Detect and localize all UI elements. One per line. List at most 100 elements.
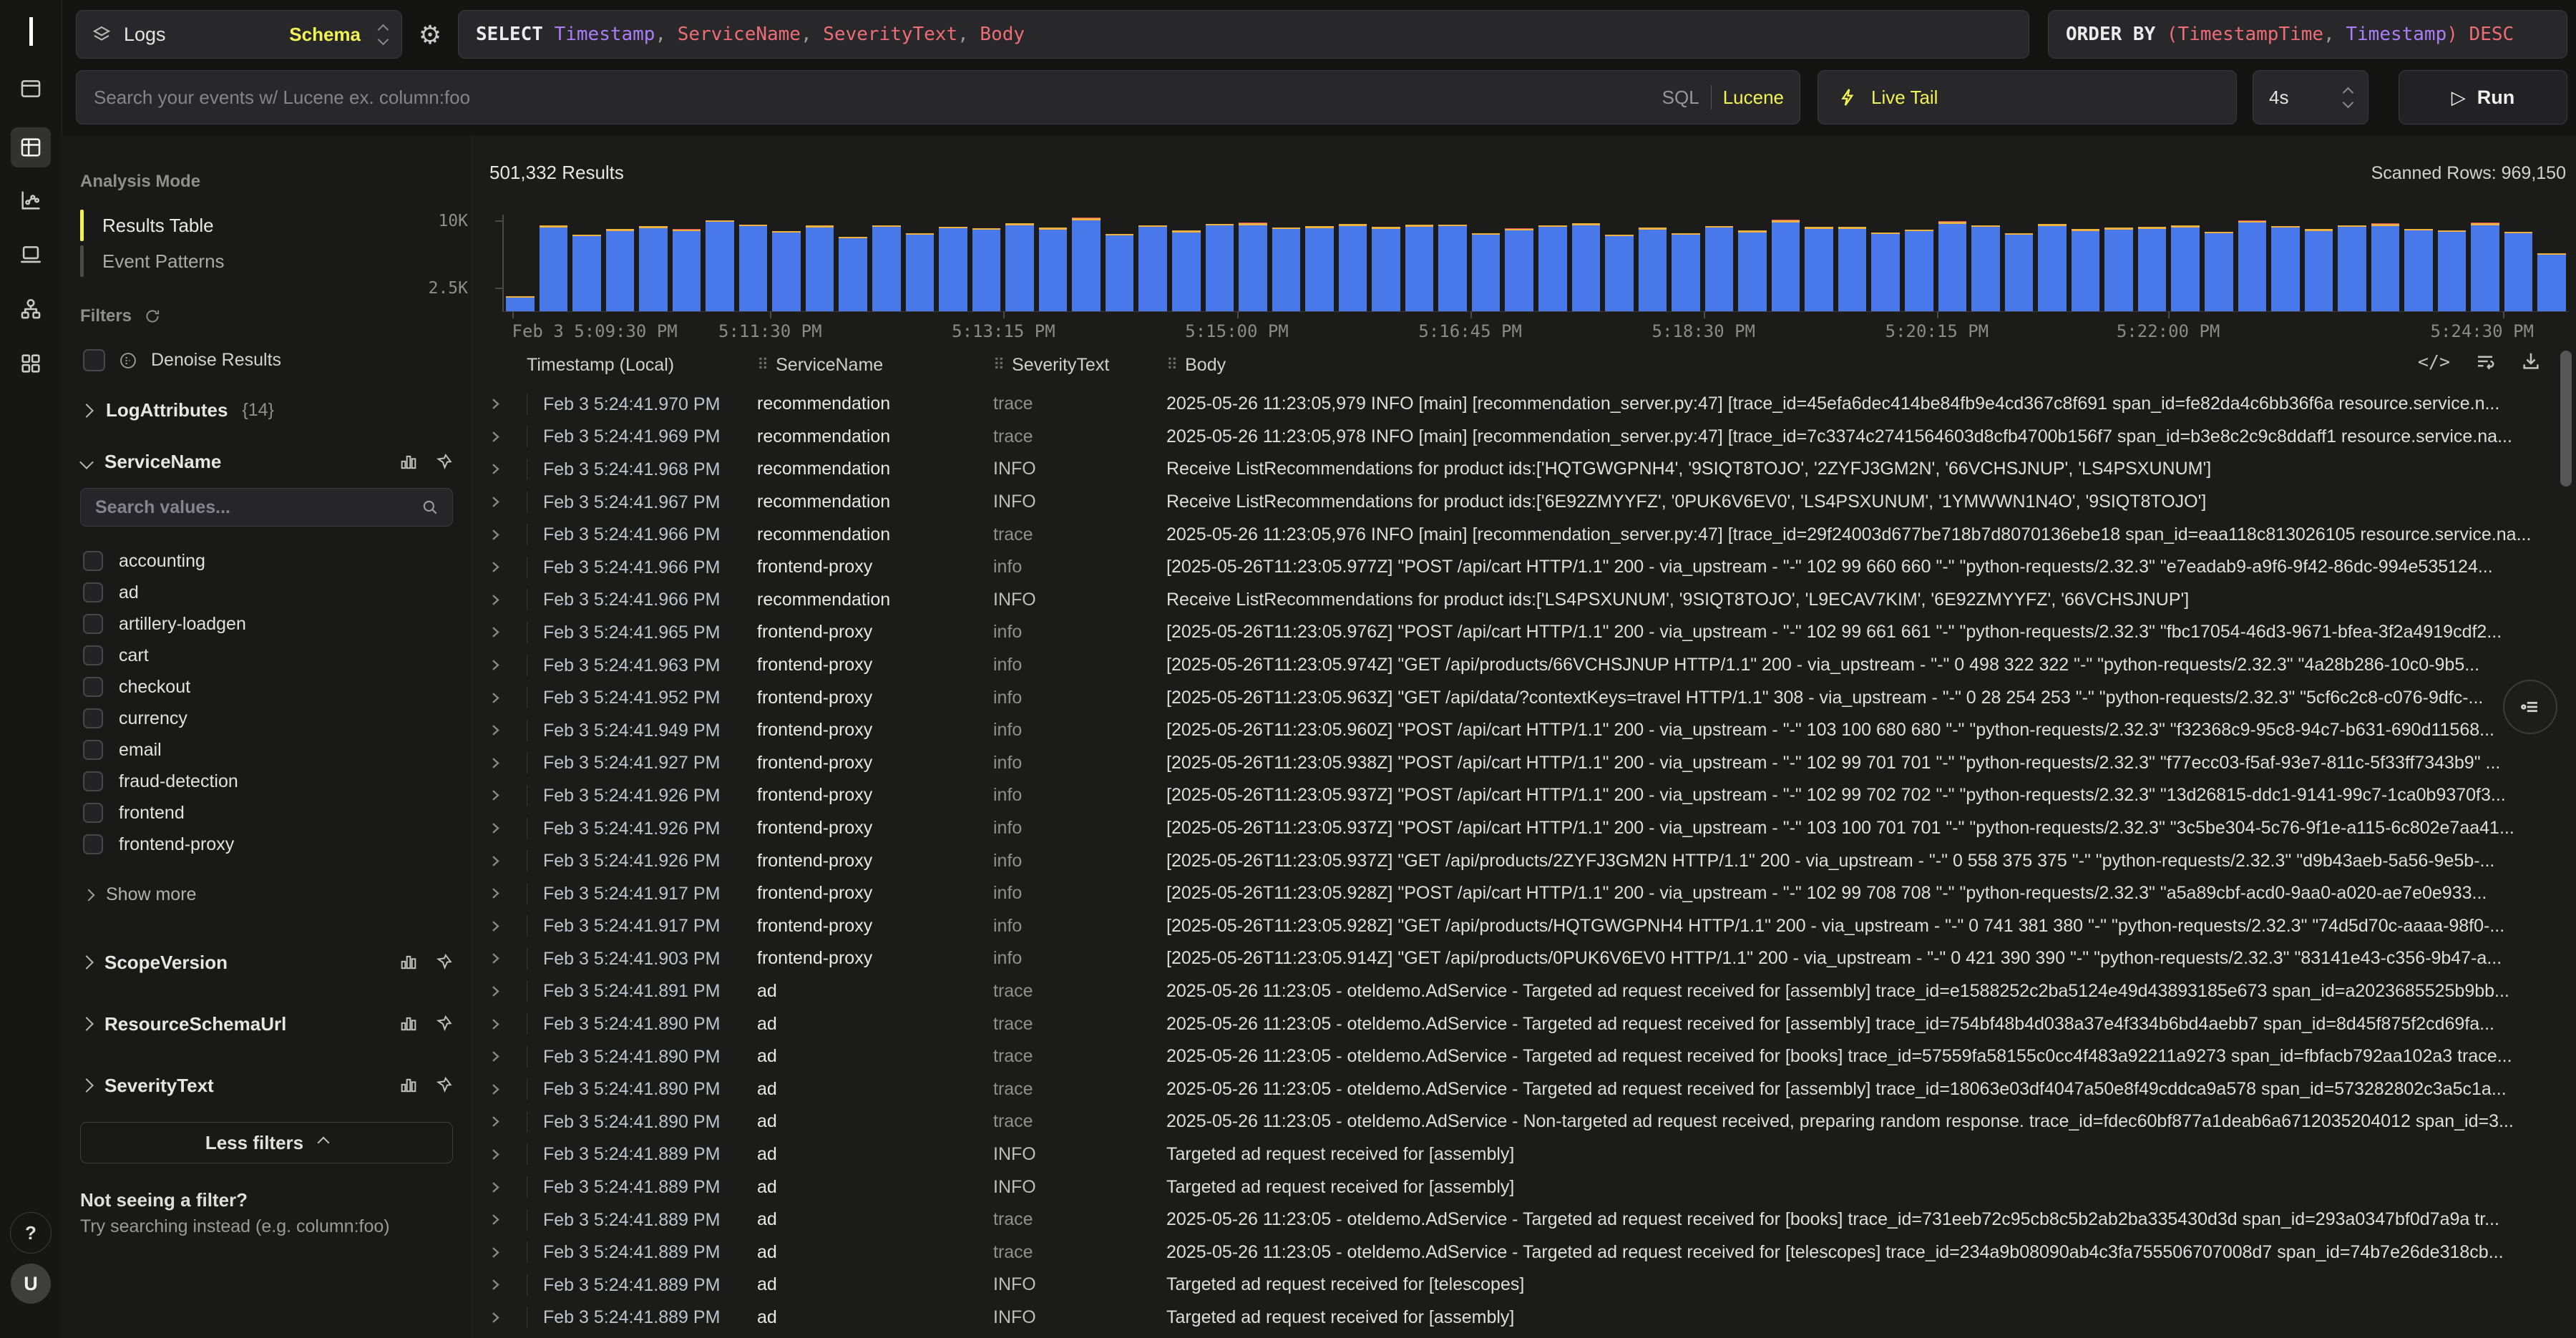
table-row[interactable]: Feb 3 5:24:41.917 PMfrontend-proxyinfo[2…: [472, 910, 2576, 943]
histogram-bar[interactable]: [2438, 230, 2467, 311]
select-clause-editor[interactable]: SELECT Timestamp, ServiceName, SeverityT…: [458, 10, 2029, 59]
code-view-icon[interactable]: </>: [2418, 351, 2450, 372]
help-button[interactable]: ?: [10, 1212, 52, 1254]
refresh-icon[interactable]: [143, 307, 162, 326]
histogram-bar[interactable]: [2404, 229, 2433, 311]
expand-row-chevron-icon[interactable]: [489, 855, 527, 867]
histogram-bar[interactable]: [2504, 232, 2533, 311]
expand-row-chevron-icon[interactable]: [489, 561, 527, 573]
histogram-bar[interactable]: [1505, 228, 1533, 311]
histogram-bar[interactable]: [906, 233, 935, 311]
histogram-bar[interactable]: [1772, 220, 1800, 311]
bar-chart-icon[interactable]: [399, 952, 419, 972]
expand-row-chevron-icon[interactable]: [489, 1115, 527, 1128]
histogram-bar[interactable]: [506, 296, 535, 311]
checkbox[interactable]: [83, 740, 103, 760]
histogram-bar[interactable]: [2171, 225, 2200, 311]
traces-flow-icon[interactable]: [11, 289, 51, 329]
expand-row-chevron-icon[interactable]: [489, 659, 527, 671]
histogram-bar[interactable]: [706, 220, 734, 311]
histogram-bar[interactable]: [839, 237, 867, 311]
pin-icon[interactable]: [433, 1014, 453, 1034]
service-filter-artillery-loadgen[interactable]: artillery-loadgen: [83, 608, 453, 640]
histogram-bar[interactable]: [1372, 227, 1400, 311]
interval-stepper-chevrons[interactable]: [2344, 89, 2352, 107]
histogram-bar[interactable]: [939, 227, 967, 311]
expand-row-chevron-icon[interactable]: [489, 952, 527, 965]
column-header-servicename[interactable]: ⠿ServiceName: [757, 355, 993, 376]
histogram-bar[interactable]: [2271, 226, 2300, 311]
drag-handle-icon[interactable]: ⠿: [757, 356, 767, 374]
service-filter-currency[interactable]: currency: [83, 703, 453, 734]
expand-row-chevron-icon[interactable]: [489, 463, 527, 475]
client-sessions-icon[interactable]: [11, 235, 51, 275]
service-filter-accounting[interactable]: accounting: [83, 545, 453, 577]
table-row[interactable]: Feb 3 5:24:41.903 PMfrontend-proxyinfo[2…: [472, 942, 2576, 975]
service-filter-checkout[interactable]: checkout: [83, 671, 453, 703]
service-filter-ad[interactable]: ad: [83, 577, 453, 608]
histogram-bar[interactable]: [1438, 225, 1467, 311]
histogram-bar[interactable]: [606, 229, 635, 311]
sql-mode-option[interactable]: SQL: [1662, 87, 1699, 109]
histogram-bar[interactable]: [2471, 223, 2499, 311]
expand-row-chevron-icon[interactable]: [489, 1083, 527, 1095]
histogram-plot-area[interactable]: 10K2.5KFeb 3 5:09:30 PM5:11:30 PM5:13:15…: [502, 215, 2569, 312]
expand-row-chevron-icon[interactable]: [489, 626, 527, 638]
histogram-bar[interactable]: [872, 225, 901, 311]
checkbox[interactable]: [83, 708, 103, 728]
histogram-bar[interactable]: [1871, 233, 1900, 311]
histogram-bar[interactable]: [1039, 228, 1068, 311]
chart-explorer-icon[interactable]: [11, 180, 51, 220]
expand-row-chevron-icon[interactable]: [489, 757, 527, 769]
histogram-bar[interactable]: [1005, 223, 1034, 311]
analysis-mode-event-patterns[interactable]: Event Patterns: [80, 243, 453, 279]
drag-handle-icon[interactable]: ⠿: [993, 356, 1003, 374]
live-tail-button[interactable]: Live Tail: [1818, 70, 2237, 124]
expand-row-chevron-icon[interactable]: [489, 398, 527, 410]
filter-group-scopeversion[interactable]: ScopeVersion: [82, 932, 453, 993]
histogram-bar[interactable]: [2305, 229, 2333, 311]
table-row[interactable]: Feb 3 5:24:41.968 PMrecommendationINFORe…: [472, 453, 2576, 486]
drag-handle-icon[interactable]: ⠿: [1166, 356, 1176, 374]
feedback-fab-button[interactable]: [2503, 680, 2557, 734]
expand-row-chevron-icon[interactable]: [489, 1050, 527, 1063]
histogram-bar[interactable]: [1405, 225, 1434, 311]
log-attributes-group[interactable]: LogAttributes {14}: [82, 399, 274, 421]
table-row[interactable]: Feb 3 5:24:41.917 PMfrontend-proxyinfo[2…: [472, 877, 2576, 910]
histogram-bar[interactable]: [1172, 230, 1201, 311]
histogram-bar[interactable]: [673, 229, 701, 311]
expand-row-chevron-icon[interactable]: [489, 1181, 527, 1193]
service-filter-email[interactable]: email: [83, 734, 453, 766]
histogram-bar[interactable]: [1206, 224, 1234, 312]
histogram-bar[interactable]: [2072, 229, 2100, 311]
histogram-bar[interactable]: [2371, 223, 2400, 311]
show-more-toggle[interactable]: Show more: [84, 884, 196, 905]
expand-row-chevron-icon[interactable]: [489, 724, 527, 736]
table-row[interactable]: Feb 3 5:24:41.927 PMfrontend-proxyinfo[2…: [472, 747, 2576, 780]
pin-icon[interactable]: [433, 1075, 453, 1095]
expand-row-chevron-icon[interactable]: [489, 920, 527, 932]
denoise-checkbox[interactable]: [83, 349, 105, 371]
filter-group-resourceschemaurl[interactable]: ResourceSchemaUrl: [82, 993, 453, 1055]
table-row[interactable]: Feb 3 5:24:41.969 PMrecommendationtrace2…: [472, 421, 2576, 454]
table-row[interactable]: Feb 3 5:24:41.890 PMadtrace2025-05-26 11…: [472, 1073, 2576, 1105]
expand-row-chevron-icon[interactable]: [489, 594, 527, 606]
lucene-mode-option[interactable]: Lucene: [1723, 87, 1784, 109]
column-header-timestamp[interactable]: Timestamp (Local): [527, 355, 757, 376]
histogram-bar[interactable]: [1538, 225, 1567, 311]
checkbox[interactable]: [83, 614, 103, 634]
histogram-bar[interactable]: [1472, 233, 1501, 311]
dashboards-grid-icon[interactable]: [11, 343, 51, 384]
histogram-bar[interactable]: [1106, 234, 1134, 311]
service-filter-cart[interactable]: cart: [83, 640, 453, 671]
table-row[interactable]: Feb 3 5:24:41.963 PMfrontend-proxyinfo[2…: [472, 649, 2576, 682]
bar-chart-icon[interactable]: [399, 452, 419, 472]
expand-row-chevron-icon[interactable]: [489, 529, 527, 541]
histogram-bar[interactable]: [806, 225, 834, 311]
checkbox[interactable]: [83, 645, 103, 665]
checkbox[interactable]: [83, 803, 103, 823]
search-input[interactable]: [92, 86, 1648, 109]
histogram-bar[interactable]: [1272, 228, 1301, 311]
table-row[interactable]: Feb 3 5:24:41.890 PMadtrace2025-05-26 11…: [472, 1105, 2576, 1138]
expand-row-chevron-icon[interactable]: [489, 1279, 527, 1291]
